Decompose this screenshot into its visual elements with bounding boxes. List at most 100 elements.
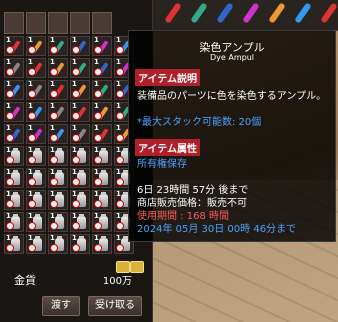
timer-clock-icon <box>6 134 14 142</box>
money-label: 金貨 <box>14 274 36 287</box>
timer-clock-icon <box>116 200 124 208</box>
item-description: 装備品のパーツに色を染色するアンプル。 <box>137 91 327 102</box>
stack-count: 1 <box>28 80 33 88</box>
inventory-slot[interactable]: 1 <box>4 234 24 254</box>
give-button[interactable]: 渡す <box>42 296 80 316</box>
timer-clock-icon <box>6 112 14 120</box>
inventory-slot[interactable]: 1 <box>92 190 112 210</box>
inventory-slot[interactable]: 1 <box>26 36 46 56</box>
timer-clock-icon <box>94 200 102 208</box>
inventory-slot[interactable]: 1 <box>4 190 24 210</box>
inventory-slot[interactable]: 1 <box>70 212 90 232</box>
stack-count: 1 <box>28 124 33 132</box>
timer-clock-icon <box>50 134 58 142</box>
stack-count: 1 <box>50 102 55 110</box>
timer-clock-icon <box>94 90 102 98</box>
inventory-slot[interactable]: 1 <box>70 124 90 144</box>
inventory-slot[interactable]: 1 <box>70 190 90 210</box>
timer-clock-icon <box>28 156 36 164</box>
inventory-slot[interactable]: 1 <box>70 234 90 254</box>
inventory-slot[interactable]: 1 <box>92 146 112 166</box>
item-name-en: Dye Ampul <box>210 53 254 62</box>
inventory-slot[interactable]: 1 <box>26 190 46 210</box>
stack-count: 1 <box>72 124 77 132</box>
inventory-slot[interactable]: 1 <box>70 168 90 188</box>
stack-count: 1 <box>94 36 99 44</box>
inventory-slot[interactable]: 1 <box>4 212 24 232</box>
inventory-slot[interactable]: 1 <box>4 36 24 56</box>
inventory-slot[interactable]: 1 <box>48 102 68 122</box>
inventory-slot[interactable]: 1 <box>70 102 90 122</box>
timer-clock-icon <box>116 90 124 98</box>
stack-count: 1 <box>94 80 99 88</box>
stack-count: 1 <box>72 80 77 88</box>
inventory-slot[interactable]: 1 <box>92 212 112 232</box>
inventory-slot[interactable]: 1 <box>48 168 68 188</box>
inventory-slot[interactable]: 1 <box>48 212 68 232</box>
timer-clock-icon <box>50 68 58 76</box>
stack-count: 1 <box>6 102 11 110</box>
inventory-slot[interactable]: 1 <box>92 124 112 144</box>
inventory-slot[interactable]: 1 <box>26 168 46 188</box>
inventory-slot[interactable]: 1 <box>4 58 24 78</box>
inventory-slot[interactable]: 1 <box>4 146 24 166</box>
inventory-slot[interactable]: 1 <box>48 80 68 100</box>
inventory-slot[interactable]: 1 <box>4 168 24 188</box>
inventory-slot[interactable]: 1 <box>92 102 112 122</box>
inventory-tab-2[interactable] <box>26 12 46 34</box>
inventory-slot[interactable]: 1 <box>48 190 68 210</box>
inventory-slot[interactable]: 1 <box>70 146 90 166</box>
timer-clock-icon <box>94 68 102 76</box>
inventory-slot[interactable]: 1 <box>48 146 68 166</box>
background-bottle-row <box>150 0 338 31</box>
timer-clock-icon <box>116 244 124 252</box>
inventory-slot[interactable]: 1 <box>48 36 68 56</box>
inventory-slot[interactable]: 1 <box>92 36 112 56</box>
inventory-slot[interactable]: 1 <box>48 234 68 254</box>
inventory-tab-1[interactable] <box>4 12 24 34</box>
inventory-slot[interactable]: 1 <box>26 124 46 144</box>
timer-clock-icon <box>6 156 14 164</box>
inventory-slot[interactable]: 1 <box>70 80 90 100</box>
inventory-slot[interactable]: 1 <box>70 58 90 78</box>
timer-clock-icon <box>116 46 124 54</box>
stack-count: 1 <box>6 124 11 132</box>
inventory-tab-5[interactable] <box>92 12 112 34</box>
inventory-slot[interactable]: 1 <box>48 124 68 144</box>
timer-clock-icon <box>50 200 58 208</box>
timer-clock-icon <box>72 46 80 54</box>
timer-clock-icon <box>72 244 80 252</box>
inventory-slot[interactable]: 1 <box>92 58 112 78</box>
inventory-slot[interactable]: 1 <box>92 234 112 254</box>
inventory-tab-3[interactable] <box>48 12 68 34</box>
inventory-slot[interactable]: 1 <box>26 102 46 122</box>
timer-clock-icon <box>6 90 14 98</box>
inventory-slot[interactable]: 1 <box>4 124 24 144</box>
stack-count: 1 <box>72 36 77 44</box>
stack-count: 1 <box>94 102 99 110</box>
inventory-slot[interactable]: 1 <box>26 58 46 78</box>
inventory-slot[interactable]: 1 <box>70 36 90 56</box>
inventory-tab-4[interactable] <box>70 12 90 34</box>
stack-count: 1 <box>50 36 55 44</box>
inventory-slot[interactable]: 1 <box>4 80 24 100</box>
inventory-slot[interactable]: 1 <box>26 212 46 232</box>
stack-count: 1 <box>6 80 11 88</box>
stack-count: 1 <box>50 58 55 66</box>
inventory-tabs <box>4 12 124 34</box>
timer-clock-icon <box>28 222 36 230</box>
stack-count: 1 <box>94 58 99 66</box>
stack-count: 1 <box>6 36 11 44</box>
stack-count: 1 <box>116 124 121 132</box>
inventory-slot[interactable]: 1 <box>92 168 112 188</box>
inventory-slot[interactable]: 1 <box>26 80 46 100</box>
inventory-slot[interactable]: 1 <box>26 146 46 166</box>
receive-button[interactable]: 受け取る <box>88 296 142 316</box>
stack-count: 1 <box>28 58 33 66</box>
inventory-slot[interactable]: 1 <box>26 234 46 254</box>
timer-clock-icon <box>94 222 102 230</box>
inventory-slot[interactable]: 1 <box>92 80 112 100</box>
inventory-slot[interactable]: 1 <box>48 58 68 78</box>
timer-clock-icon <box>50 90 58 98</box>
inventory-slot[interactable]: 1 <box>4 102 24 122</box>
